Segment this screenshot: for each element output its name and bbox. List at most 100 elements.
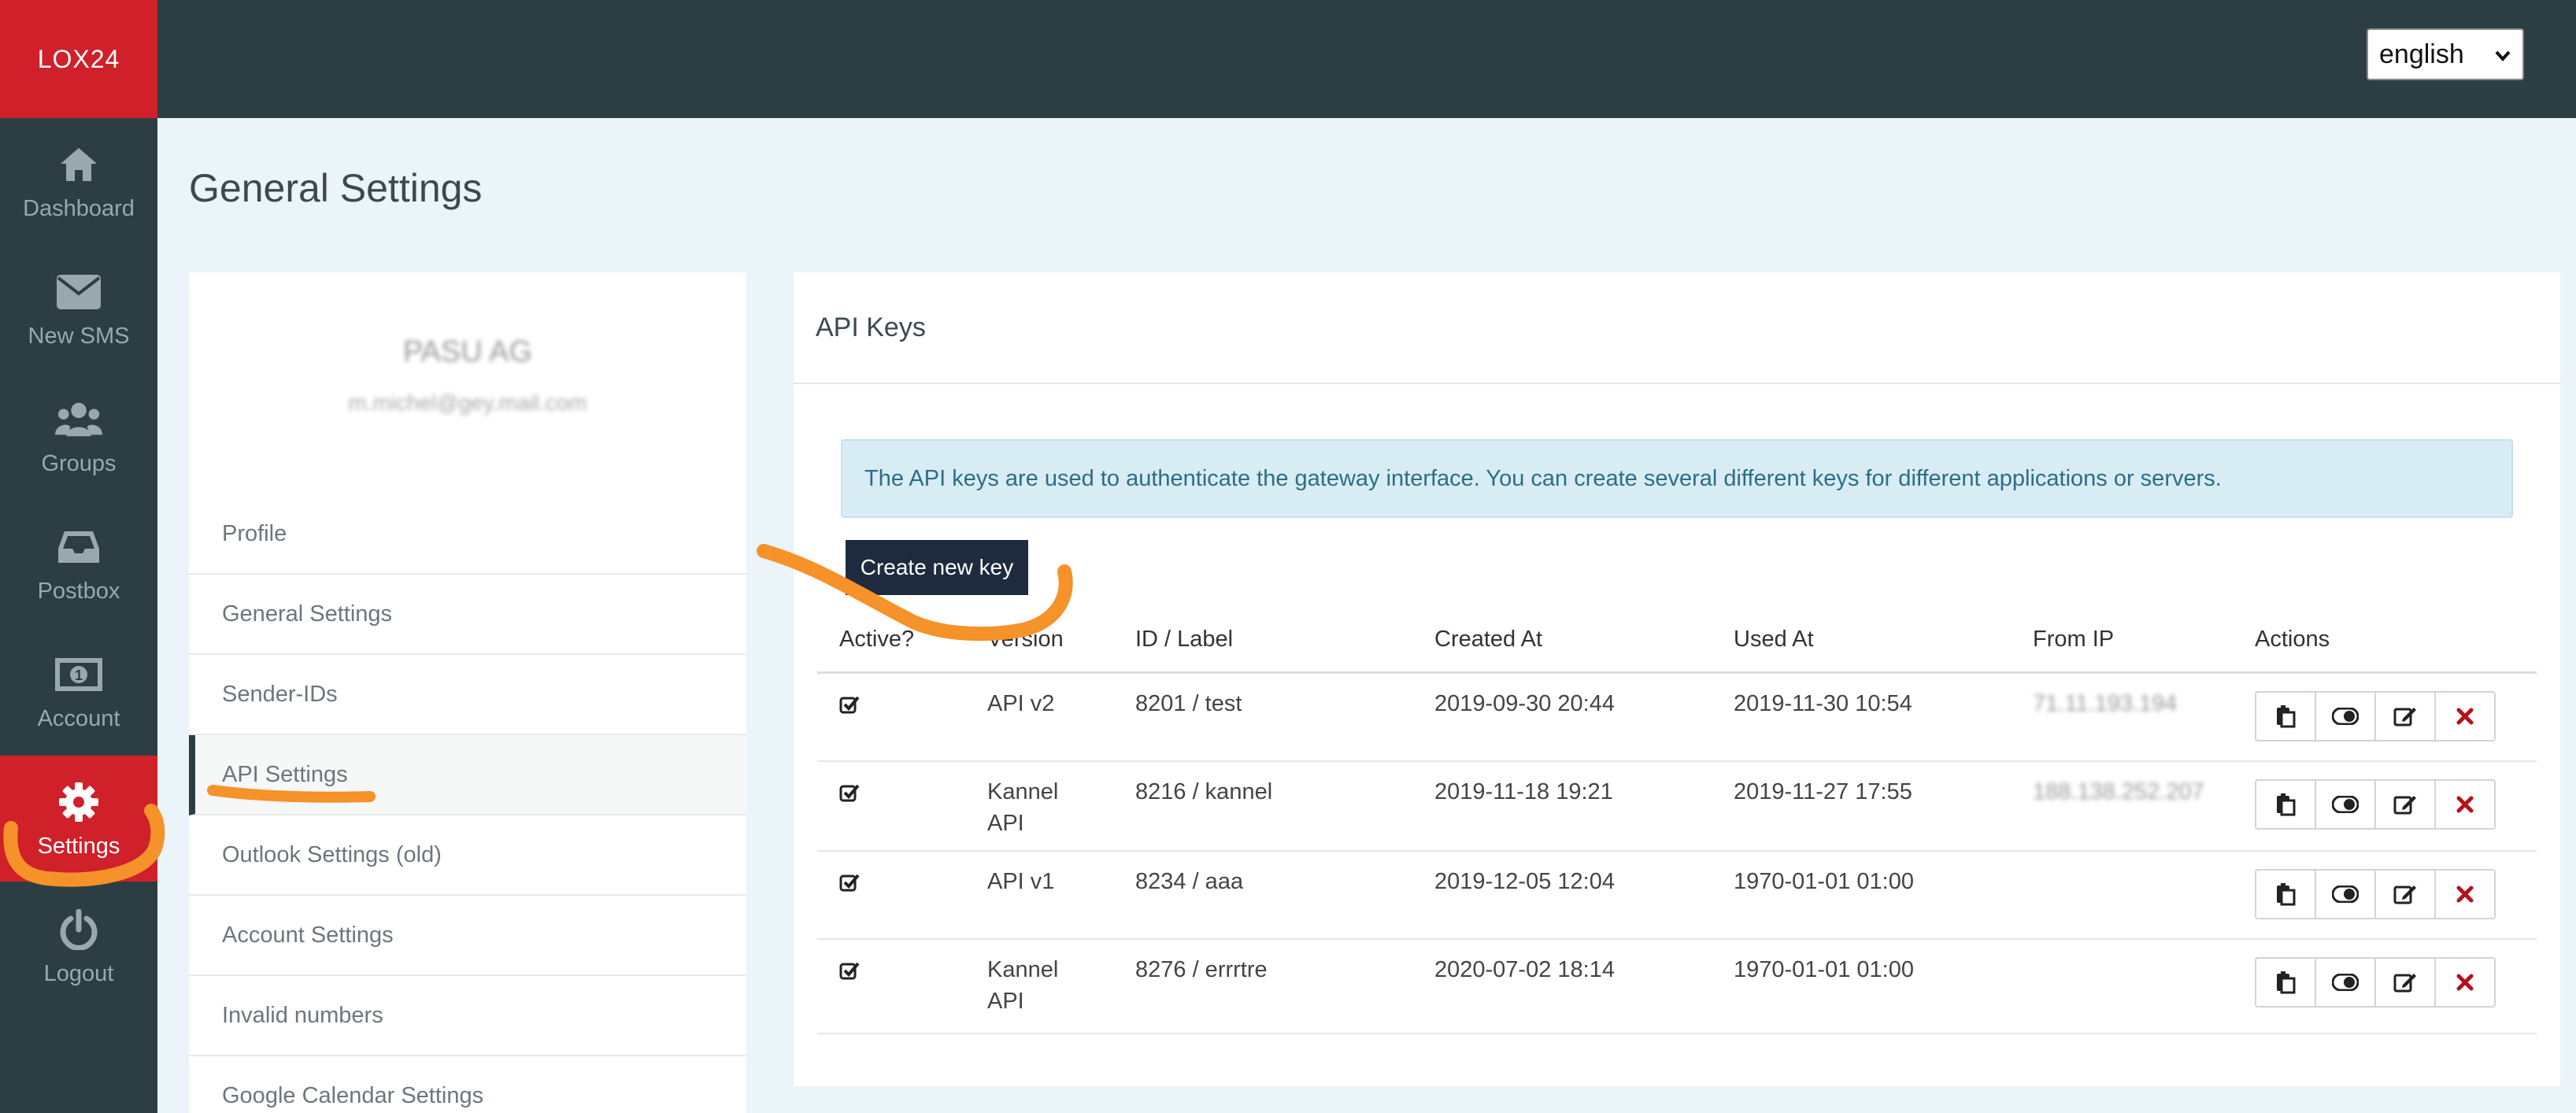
nav-settings[interactable]: Settings	[0, 756, 157, 882]
row-actions	[2255, 957, 2496, 1008]
close-icon	[2456, 886, 2474, 903]
delete-key-button[interactable]	[2434, 869, 2496, 919]
table-row: Kannel API 8276 / errrtre 2020-07-02 18:14 1…	[817, 940, 2537, 1034]
nav-groups[interactable]: Groups	[0, 373, 157, 499]
toggle-active-button[interactable]	[2315, 957, 2376, 1008]
version-text: API v2	[987, 691, 1055, 716]
row-actions	[2255, 869, 2496, 919]
toggle-icon	[2332, 886, 2359, 903]
id-label-cell: 8201 / test	[1135, 691, 1242, 716]
used-at-cell: 2019-11-30 10:54	[1734, 691, 1912, 716]
version-text: API	[987, 811, 1024, 836]
language-select[interactable]: english	[2367, 28, 2524, 80]
api-keys-table: Active? Version ID / Label Created At Us…	[817, 619, 2537, 1034]
delete-key-button[interactable]	[2434, 779, 2496, 830]
edit-key-button[interactable]	[2374, 869, 2436, 919]
nav-label: Settings	[37, 833, 120, 859]
active-check-icon[interactable]	[839, 693, 860, 724]
create-new-key-button[interactable]: Create new key	[846, 540, 1028, 595]
edit-key-button[interactable]	[2374, 957, 2436, 1008]
delete-key-button[interactable]	[2434, 957, 2496, 1008]
id-label-cell: 8276 / errrtre	[1135, 957, 1268, 982]
logo[interactable]: LOX24	[0, 0, 157, 118]
menu-item-general-settings[interactable]: General Settings	[189, 575, 746, 655]
menu-item-invalid-numbers[interactable]: Invalid numbers	[189, 976, 746, 1056]
created-at-cell: 2019-11-18 19:21	[1434, 779, 1613, 804]
nav-label: Postbox	[37, 578, 120, 604]
info-alert: The API keys are used to authenticate th…	[841, 439, 2513, 518]
from-ip-cell: 188.138.252.207	[2033, 779, 2204, 804]
version-text: Kannel	[987, 957, 1059, 982]
column-header: From IP	[2033, 627, 2115, 652]
svg-text:1: 1	[75, 667, 83, 683]
created-at-cell: 2019-12-05 12:04	[1434, 869, 1615, 894]
top-bar: english	[157, 0, 2576, 118]
users-icon	[55, 396, 102, 443]
table-body: API v2 8201 / test 2019-09-30 20:44 2019-11…	[817, 674, 2537, 1034]
column-header: ID / Label	[1135, 627, 1234, 652]
nav-label: Groups	[41, 450, 117, 476]
toggle-active-button[interactable]	[2315, 691, 2376, 741]
created-at-cell: 2020-07-02 18:14	[1434, 957, 1615, 982]
api-keys-panel: API Keys The API keys are used to authen…	[794, 272, 2560, 1086]
nav-account[interactable]: 1 Account	[0, 628, 157, 754]
copy-key-button[interactable]	[2255, 869, 2316, 919]
menu-item-profile[interactable]: Profile	[189, 494, 746, 575]
nav-label: Account	[37, 705, 120, 731]
edit-icon	[2393, 793, 2417, 816]
nav-dashboard[interactable]: Dashboard	[0, 118, 157, 244]
table-row: API v1 8234 / aaa 2019-12-05 12:04 1970-01-…	[817, 852, 2537, 940]
active-check-icon[interactable]	[839, 871, 860, 902]
copy-key-button[interactable]	[2255, 691, 2316, 741]
profile-email: m.michel@gey.mail.com	[348, 390, 587, 415]
nav-new-sms[interactable]: New SMS	[0, 246, 157, 372]
sidebar: LOX24 Dashboard New SMS Groups Postbox 1…	[0, 0, 157, 1113]
edit-key-button[interactable]	[2374, 691, 2436, 741]
inbox-icon	[55, 523, 102, 571]
delete-key-button[interactable]	[2434, 691, 2496, 741]
close-icon	[2456, 796, 2474, 813]
language-select-value: english	[2379, 39, 2464, 69]
version-cell: API v1	[987, 866, 1054, 897]
edit-icon	[2393, 971, 2417, 994]
version-text: API	[987, 989, 1024, 1014]
menu-item-outlook-settings[interactable]: Outlook Settings (old)	[189, 815, 746, 896]
toggle-active-button[interactable]	[2315, 779, 2376, 830]
version-cell: Kannel API	[987, 776, 1058, 839]
id-label-cell: 8216 / kannel	[1135, 779, 1273, 804]
menu-item-api-settings[interactable]: API Settings	[189, 735, 746, 815]
column-header: Used At	[1734, 627, 1814, 652]
used-at-cell: 1970-01-01 01:00	[1734, 957, 1914, 982]
settings-panel: PASU AG m.michel@gey.mail.com Profile Ge…	[189, 272, 746, 1113]
page-title: General Settings	[189, 166, 483, 210]
menu-item-sender-ids[interactable]: Sender-IDs	[189, 655, 746, 735]
copy-key-button[interactable]	[2255, 779, 2316, 830]
used-at-cell: 1970-01-01 01:00	[1734, 869, 1914, 894]
settings-menu: Profile General Settings Sender-IDs API …	[189, 494, 746, 1113]
menu-item-google-calendar-settings[interactable]: Google Calendar Settings	[189, 1056, 746, 1113]
table-header: Active? Version ID / Label Created At Us…	[817, 619, 2537, 674]
toggle-active-button[interactable]	[2315, 869, 2376, 919]
id-label-cell: 8234 / aaa	[1135, 869, 1244, 894]
toggle-icon	[2332, 708, 2359, 725]
money-icon: 1	[55, 651, 102, 698]
version-cell: Kannel API	[987, 954, 1058, 1017]
close-icon	[2456, 708, 2474, 725]
nav-label: Logout	[43, 960, 114, 986]
table-row: Kannel API 8216 / kannel 2019-11-18 19:21 20…	[817, 762, 2537, 852]
gear-icon	[55, 778, 102, 826]
created-at-cell: 2019-09-30 20:44	[1434, 691, 1615, 716]
edit-key-button[interactable]	[2374, 779, 2436, 830]
column-header: Created At	[1434, 627, 1543, 652]
table-row: API v2 8201 / test 2019-09-30 20:44 2019-11…	[817, 674, 2537, 762]
menu-item-account-settings[interactable]: Account Settings	[189, 896, 746, 976]
used-at-cell: 2019-11-27 17:55	[1734, 779, 1912, 804]
active-check-icon[interactable]	[839, 781, 860, 812]
nav-logout[interactable]: Logout	[0, 883, 157, 1009]
nav-label: New SMS	[28, 323, 130, 349]
toggle-icon	[2332, 796, 2359, 813]
active-check-icon[interactable]	[839, 959, 860, 990]
copy-key-button[interactable]	[2255, 957, 2316, 1008]
nav-postbox[interactable]: Postbox	[0, 501, 157, 627]
version-text: Kannel	[987, 779, 1059, 804]
